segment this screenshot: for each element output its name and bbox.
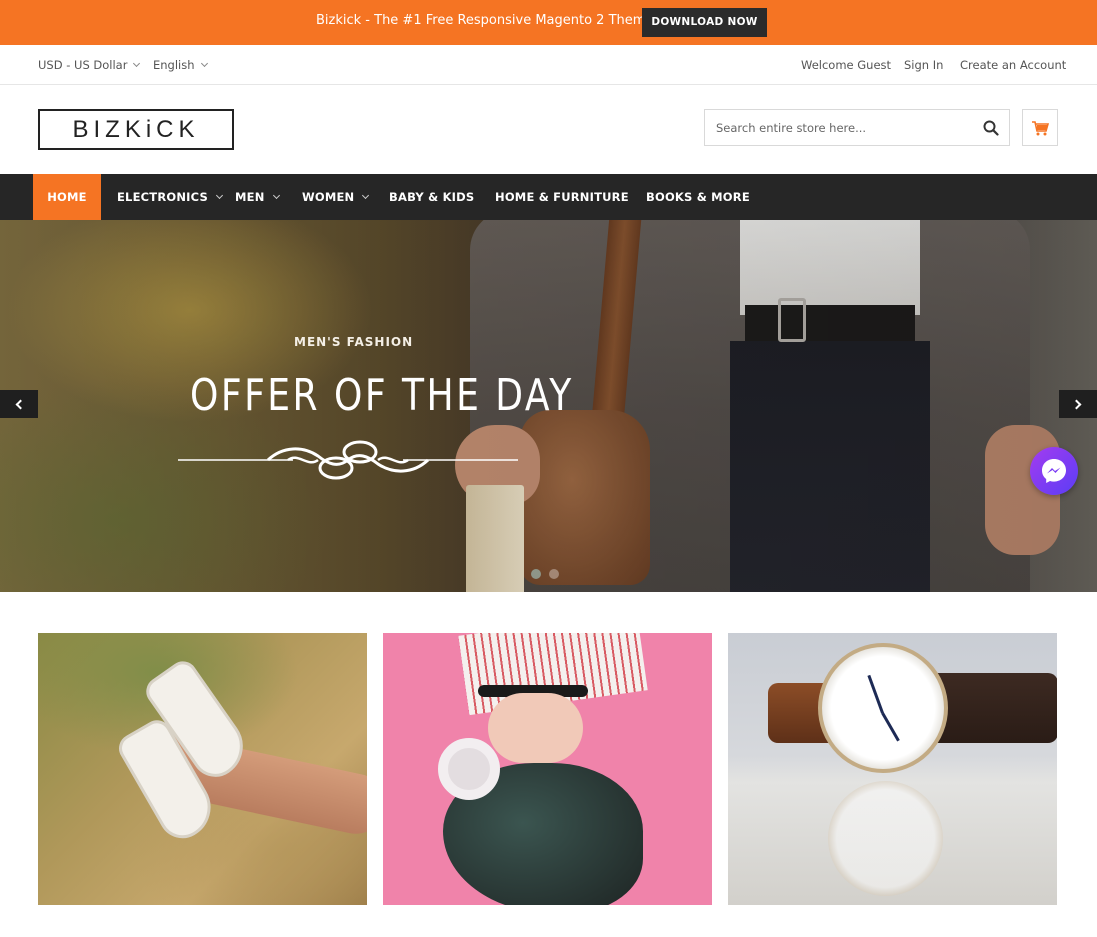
search-input[interactable] <box>716 119 966 137</box>
chevron-down-icon <box>362 191 370 200</box>
slider-dot[interactable] <box>549 569 559 579</box>
currency-switcher[interactable]: USD - US Dollar <box>38 57 141 73</box>
download-now-button[interactable]: DOWNLOAD NOW <box>642 8 767 37</box>
sign-in-link[interactable]: Sign In <box>904 57 943 73</box>
welcome-text: Welcome Guest <box>801 58 892 72</box>
messenger-button[interactable] <box>1030 447 1078 495</box>
watch-reflection-image <box>828 781 943 896</box>
chevron-right-icon <box>1071 399 1082 409</box>
promo-tile-sneakers[interactable] <box>38 633 367 905</box>
slider-dot[interactable] <box>531 569 541 579</box>
nav-item-books-more[interactable]: BOOKS & MORE <box>646 174 750 220</box>
currency-label: USD - US Dollar <box>38 58 128 72</box>
language-switcher[interactable]: English <box>153 57 208 73</box>
nav-item-label: BOOKS & MORE <box>646 190 750 204</box>
slider-dots <box>531 569 559 579</box>
cart-button[interactable] <box>1022 109 1058 146</box>
create-account-link[interactable]: Create an Account <box>960 57 1066 73</box>
messenger-icon <box>1042 459 1066 483</box>
main-nav: HOME ELECTRONICS MEN WOMEN BABY & KIDS H… <box>0 174 1097 220</box>
promo-text: Bizkick - The #1 Free Responsive Magento… <box>316 13 658 28</box>
hero-subtitle: MEN'S FASHION <box>294 335 414 349</box>
flourish-ornament <box>178 440 518 480</box>
nav-item-label: HOME <box>47 190 87 204</box>
chevron-down-icon <box>200 59 208 68</box>
chevron-down-icon <box>215 191 224 200</box>
slider-next-button[interactable] <box>1059 390 1097 418</box>
nav-item-home-furniture[interactable]: HOME & FURNITURE <box>495 174 629 220</box>
nav-item-men[interactable]: MEN <box>235 174 280 220</box>
promo-bar: Bizkick - The #1 Free Responsive Magento… <box>0 0 1097 45</box>
language-label: English <box>153 58 195 72</box>
nav-item-baby-kids[interactable]: BABY & KIDS <box>389 174 474 220</box>
nav-item-label: HOME & FURNITURE <box>495 190 629 204</box>
nav-item-label: ELECTRONICS <box>117 190 208 204</box>
logo[interactable]: BIZKiCK <box>38 109 234 150</box>
headphones-image <box>438 738 500 800</box>
nav-item-home[interactable]: HOME <box>33 174 101 220</box>
utility-bar: USD - US Dollar English Welcome Guest Si… <box>0 45 1097 85</box>
nav-item-women[interactable]: WOMEN <box>302 174 370 220</box>
nav-item-label: MEN <box>235 190 265 204</box>
nav-item-electronics[interactable]: ELECTRONICS <box>117 174 224 220</box>
chevron-left-icon <box>15 399 26 409</box>
tile-image-face <box>488 693 583 763</box>
promo-tile-headphones[interactable] <box>383 633 712 905</box>
chevron-down-icon <box>272 191 280 200</box>
nav-item-label: WOMEN <box>302 190 355 204</box>
promo-tile-watch[interactable] <box>728 633 1057 905</box>
slider-prev-button[interactable] <box>0 390 38 418</box>
nav-item-label: BABY & KIDS <box>389 190 475 204</box>
search-icon[interactable] <box>983 120 999 136</box>
hero-title: OFFER OF THE DAY <box>190 370 574 421</box>
chevron-down-icon <box>133 59 141 68</box>
search-box <box>704 109 1010 146</box>
cart-icon <box>1032 120 1049 135</box>
watch-face-image <box>818 643 948 773</box>
